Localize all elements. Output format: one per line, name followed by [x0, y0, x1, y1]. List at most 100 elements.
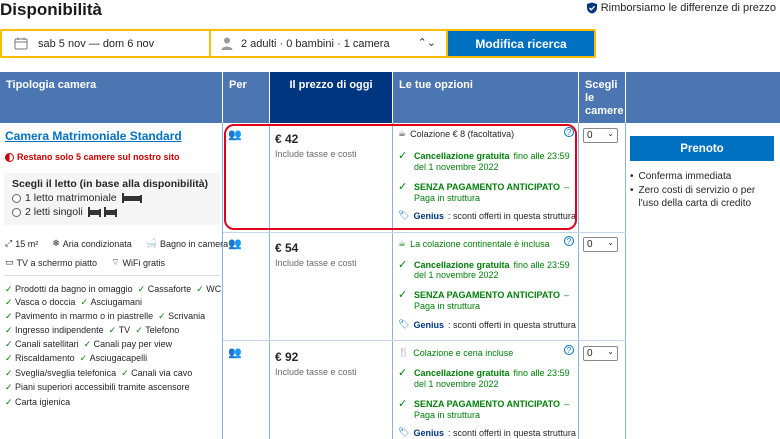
facilities-row: ⤢ 15 m² ❄ Aria condizionata 🛁 Bagno in came…	[5, 238, 228, 249]
occupancy-icon: 👥	[228, 238, 242, 250]
header-room-type: Tipologia camera	[0, 72, 222, 123]
check-icon: ✓	[5, 311, 16, 321]
tag-icon: 🏷	[398, 427, 410, 437]
facility-size: ⤢ 15 m²	[5, 238, 39, 249]
rate-taxes: Include tasse e costi	[275, 258, 357, 268]
snowflake-icon: ❄	[52, 238, 60, 248]
price-match-label: Rimborsiamo le differenze di prezzo	[600, 2, 776, 14]
check-icon: ✓	[5, 297, 16, 307]
facility-wifi: ⌔ WiFi gratis	[111, 257, 166, 268]
check-icon: ✓	[79, 353, 90, 363]
rate-price: € 92	[275, 350, 299, 364]
check-icon: ✓	[83, 339, 94, 349]
bed-option-label: 1 letto matrimoniale	[25, 192, 117, 204]
column-divider	[578, 123, 579, 439]
guests-selector[interactable]: 2 adulti · 0 bambini · 1 camera ⌃⌄	[211, 31, 446, 56]
check-icon: ✓	[121, 368, 132, 378]
meal-option: 🍴 Colazione e cena incluse	[398, 347, 514, 358]
check-icon: ✓	[158, 311, 169, 321]
search-bar: sab 5 nov — dom 6 nov 2 adulti · 0 bambi…	[0, 29, 596, 58]
check-icon: ✓	[5, 397, 16, 407]
check-icon: ✓	[137, 284, 148, 294]
cancellation-date: del 1 novembre 2022	[414, 270, 499, 280]
amenity-row: ✓ Pavimento in marmo o in piastrelle ✓ S…	[5, 311, 206, 321]
room-size-icon: ⤢	[5, 238, 13, 248]
header-price-today: Il prezzo di oggi	[270, 72, 392, 123]
highlight-box	[224, 124, 577, 230]
benefit-item: Zero costi di servizio o per l'uso della…	[630, 184, 776, 210]
meal-option: ☕ La colazione continentale è inclusa	[398, 238, 550, 249]
booking-benefits: Conferma immediata Zero costi di servizi…	[630, 170, 776, 211]
half-circle-icon	[5, 152, 14, 162]
no-prepayment: ✓ SENZA PAGAMENTO ANTICIPATO –	[398, 289, 570, 301]
bed-option-singles[interactable]: 2 letti singoli	[12, 206, 212, 218]
facility-tv: ▭ TV a schermo piatto	[5, 257, 98, 268]
chevron-down-icon: ⌄	[607, 129, 614, 138]
chevron-down-icon: ⌄	[607, 347, 614, 356]
amenity-row: ✓ Piani superiori accessibili tramite as…	[5, 382, 190, 392]
column-divider	[222, 123, 223, 439]
amenity-row: ✓ Vasca o doccia ✓ Asciugamani	[5, 297, 143, 307]
amenity-row: ✓ Carta igienica	[5, 397, 71, 407]
guests-summary: 2 adulti · 0 bambini · 1 camera	[241, 37, 390, 50]
check-icon: ✓	[5, 284, 16, 294]
price-match-note[interactable]: Rimborsiamo le differenze di prezzo	[586, 2, 776, 14]
check-icon: ✓	[398, 259, 408, 271]
header-per: Per	[223, 72, 269, 123]
facility-bathroom: 🛁 Bagno in camera	[145, 238, 229, 249]
check-icon: ✓	[398, 289, 408, 301]
check-icon: ✓	[108, 325, 119, 335]
bed-option-label: 2 letti singoli	[25, 206, 83, 218]
no-prepayment: ✓ SENZA PAGAMENTO ANTICIPATO –	[398, 398, 570, 410]
modify-search-button[interactable]: Modifica ricerca	[448, 31, 594, 56]
check-icon: ✓	[135, 325, 146, 335]
genius-discount: 🏷 Genius: sconti offerti in questa strutt…	[398, 427, 576, 438]
single-beds-icon	[87, 207, 117, 217]
calendar-icon	[14, 37, 28, 50]
row-divider	[223, 232, 626, 233]
amenity-row: ✓ Ingresso indipendente ✓ TV ✓ Telefono	[5, 325, 180, 335]
amenity-row: ✓ Prodotti da bagno in omaggio ✓ Cassafo…	[5, 284, 222, 294]
genius-discount: 🏷 Genius: sconti offerti in questa strutt…	[398, 319, 576, 330]
tag-icon: 🏷	[398, 319, 410, 329]
coffee-cup-icon: ☕	[398, 238, 407, 248]
header-choose-rooms: Scegli le camere	[579, 72, 625, 123]
scarcity-text: Restano solo 5 camere sul nostro sito	[17, 152, 180, 162]
divider	[4, 275, 220, 276]
header-booking-column	[626, 72, 780, 123]
check-icon: ✓	[398, 398, 408, 410]
check-icon: ✓	[5, 353, 16, 363]
check-icon: ✓	[398, 367, 408, 379]
room-name-link[interactable]: Camera Matrimoniale Standard	[5, 129, 182, 143]
date-picker[interactable]: sab 5 nov — dom 6 nov	[2, 31, 209, 56]
double-bed-icon	[121, 193, 142, 203]
chevron-down-icon: ⌄	[607, 238, 614, 247]
facility-aircon: ❄ Aria condizionata	[52, 238, 132, 249]
occupancy-icon: 👥	[228, 347, 242, 359]
check-icon: ✓	[80, 297, 91, 307]
bed-option-double[interactable]: 1 letto matrimoniale	[12, 192, 212, 204]
amenity-row: ✓ Canali satellitari ✓ Canali pay per vi…	[5, 339, 173, 349]
info-help-icon[interactable]: ?	[564, 345, 574, 355]
room-quantity-select[interactable]: 0 ⌄	[583, 128, 618, 143]
benefit-item: Conferma immediata	[630, 170, 776, 183]
free-cancellation: ✓ Cancellazione gratuita fino alle 23:59	[398, 367, 570, 379]
radio-button[interactable]	[12, 207, 21, 217]
tv-icon: ▭	[5, 257, 14, 267]
wifi-icon: ⌔	[111, 257, 120, 267]
bed-choice-box: Scegli il letto (in base alla disponibil…	[4, 173, 220, 225]
facilities-row: ▭ TV a schermo piatto ⌔ WiFi gratis	[5, 257, 165, 268]
pay-at-property: Paga in struttura	[414, 410, 481, 420]
chevron-updown-icon: ⌃⌄	[417, 37, 436, 49]
info-help-icon[interactable]: ?	[564, 236, 574, 246]
radio-button[interactable]	[12, 193, 21, 203]
book-button[interactable]: Prenoto	[630, 136, 774, 161]
row-divider	[223, 340, 626, 341]
check-icon: ✓	[5, 368, 16, 378]
check-icon: ✓	[5, 382, 16, 392]
room-quantity-select[interactable]: 0 ⌄	[583, 237, 618, 252]
amenity-row: ✓ Sveglia/sveglia telefonica ✓ Canali vi…	[5, 368, 193, 378]
bath-icon: 🛁	[145, 238, 158, 248]
room-quantity-select[interactable]: 0 ⌄	[583, 346, 618, 361]
date-range: sab 5 nov — dom 6 nov	[38, 37, 155, 50]
